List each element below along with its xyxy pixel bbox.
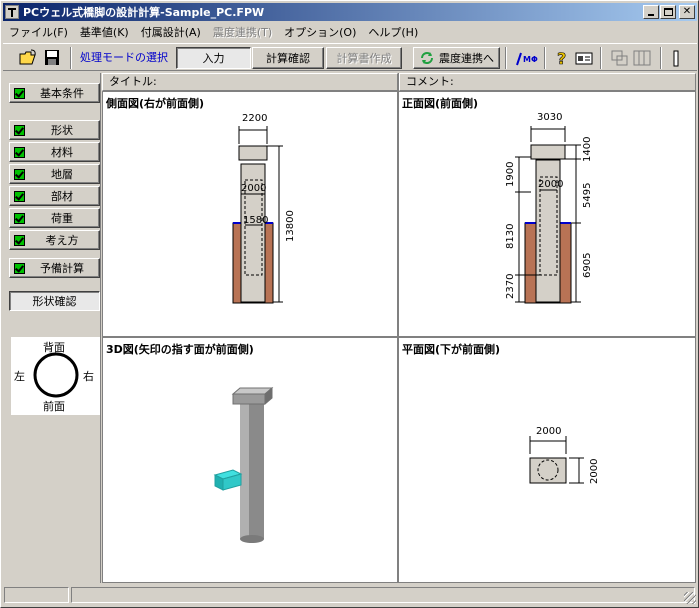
comment-header[interactable]: コメント: [399, 73, 696, 91]
sidebar-item-strata[interactable]: 地層 [9, 164, 100, 184]
pier-circle-icon [33, 352, 79, 398]
resize-grip-icon[interactable] [684, 592, 696, 604]
svg-text:?: ? [557, 49, 566, 68]
window-cascade-icon [633, 50, 651, 66]
open-folder-icon [19, 49, 36, 65]
check-icon [14, 262, 25, 274]
sidebar-item-material[interactable]: 材料 [9, 142, 100, 162]
seismic-link-button[interactable]: 震度連携へ [413, 47, 500, 69]
about-button[interactable] [573, 47, 596, 69]
check-icon [14, 124, 25, 136]
status-bar [3, 585, 697, 605]
help-button[interactable]: ? [551, 47, 574, 69]
title-bar[interactable]: PCウェル式橋脚の設計計算-Sample_PC.FPW ✕ [3, 3, 697, 21]
svg-text:2370: 2370 [505, 274, 516, 299]
sidebar-item-approach[interactable]: 考え方 [9, 230, 100, 250]
front-view-drawing: 3030 2000 1900 8130 2370 1400 5495 6905 [505, 112, 593, 304]
report-create-button[interactable]: 計算書作成 [326, 47, 402, 69]
svg-text:13800: 13800 [285, 210, 296, 242]
check-icon [14, 146, 25, 158]
m-phi-button[interactable]: MΦ [513, 47, 539, 69]
app-window: PCウェル式橋脚の設計計算-Sample_PC.FPW ✕ ファイル(F) 基準… [0, 0, 699, 608]
side-view-pane[interactable]: 側面図(右が前面側) 2200 2000 1580 13800 [103, 92, 397, 336]
svg-text:8130: 8130 [505, 224, 516, 249]
svg-text:2200: 2200 [242, 113, 267, 124]
menu-attached-design[interactable]: 付属設計(A) [135, 24, 207, 40]
m-phi-icon: MΦ [516, 52, 538, 66]
svg-text:5495: 5495 [582, 183, 593, 208]
svg-text:2000: 2000 [538, 179, 563, 190]
shape-check-button[interactable]: 形状確認 [9, 291, 100, 311]
check-icon [14, 87, 25, 99]
toolbar: 処理モードの選択 入力 計算確認 計算書作成 震度連携へ MΦ ? [3, 43, 697, 71]
plan-view-pane[interactable]: 平面図(下が前面側) 2000 2000 [399, 338, 695, 582]
status-panel-2 [71, 587, 695, 603]
minimize-icon [648, 14, 654, 16]
window-title: PCウェル式橋脚の設計計算-Sample_PC.FPW [23, 6, 265, 19]
plan-view-drawing: 2000 2000 [529, 426, 600, 484]
cascade-button[interactable] [631, 47, 654, 69]
exit-bar-icon [673, 50, 679, 67]
menu-seismic-link[interactable]: 震度連携(T) [207, 24, 278, 40]
svg-text:2000: 2000 [536, 426, 561, 437]
seismic-link-label: 震度連携へ [439, 52, 494, 65]
window-tile-icon [611, 50, 628, 66]
check-icon [14, 168, 25, 180]
svg-text:MΦ: MΦ [523, 55, 538, 64]
3d-view-pane[interactable]: 3D図(矢印の指す面が前面側) [103, 338, 397, 582]
check-icon [14, 212, 25, 224]
status-panel-1 [4, 587, 69, 603]
svg-text:1900: 1900 [505, 162, 516, 187]
maximize-icon [664, 8, 673, 16]
tile-button[interactable] [609, 47, 632, 69]
sidebar-item-load[interactable]: 荷重 [9, 208, 100, 228]
info-card-icon [575, 52, 593, 65]
main-area: タイトル: コメント: 側面図(右が前面側) 2200 2000 1580 13… [102, 73, 696, 583]
calc-check-button[interactable]: 計算確認 [252, 47, 324, 69]
menu-help[interactable]: ヘルプ(H) [362, 24, 424, 40]
svg-text:2000: 2000 [589, 459, 600, 484]
front-view-pane[interactable]: 正面図(前面側) 3030 2000 1900 8130 2370 1400 5… [399, 92, 695, 336]
side-view-drawing: 2200 2000 1580 13800 [232, 113, 296, 304]
close-icon: ✕ [682, 6, 692, 17]
menu-file[interactable]: ファイル(F) [3, 24, 74, 40]
refresh-icon [421, 52, 433, 64]
menu-options[interactable]: オプション(O) [278, 24, 362, 40]
app-icon[interactable] [5, 5, 19, 19]
sidebar-preliminary-calc[interactable]: 予備計算 [9, 258, 100, 278]
orientation-indicator: 背面 左 右 前面 [11, 337, 100, 415]
sidebar: 基本条件 形状 材料 地層 部材 荷重 考え方 予備計算 形状確認 背面 左 右… [3, 73, 101, 583]
sidebar-basic-conditions[interactable]: 基本条件 [9, 83, 100, 103]
svg-text:6905: 6905 [582, 253, 593, 278]
svg-text:3030: 3030 [537, 112, 562, 123]
maximize-button[interactable] [660, 5, 676, 19]
mode-select-label: 処理モードの選択 [80, 51, 168, 64]
help-question-icon: ? [557, 49, 567, 69]
menu-standard-values[interactable]: 基準値(K) [74, 24, 135, 40]
save-button[interactable] [41, 47, 64, 69]
svg-text:1580: 1580 [243, 215, 268, 226]
svg-text:1400: 1400 [582, 137, 593, 162]
check-icon [14, 190, 25, 202]
3d-view-drawing [213, 386, 274, 543]
input-mode-button[interactable]: 入力 [176, 47, 251, 69]
menu-bar: ファイル(F) 基準値(K) 付属設計(A) 震度連携(T) オプション(O) … [3, 22, 697, 41]
minimize-button[interactable] [643, 5, 659, 19]
sidebar-item-shape[interactable]: 形状 [9, 120, 100, 140]
title-header[interactable]: タイトル: [102, 73, 398, 91]
open-button[interactable] [17, 47, 40, 69]
exit-button[interactable] [667, 47, 685, 69]
sidebar-item-member[interactable]: 部材 [9, 186, 100, 206]
svg-text:2000: 2000 [241, 183, 266, 194]
save-disk-icon [45, 50, 59, 65]
close-button[interactable]: ✕ [679, 5, 695, 19]
check-icon [14, 234, 25, 246]
